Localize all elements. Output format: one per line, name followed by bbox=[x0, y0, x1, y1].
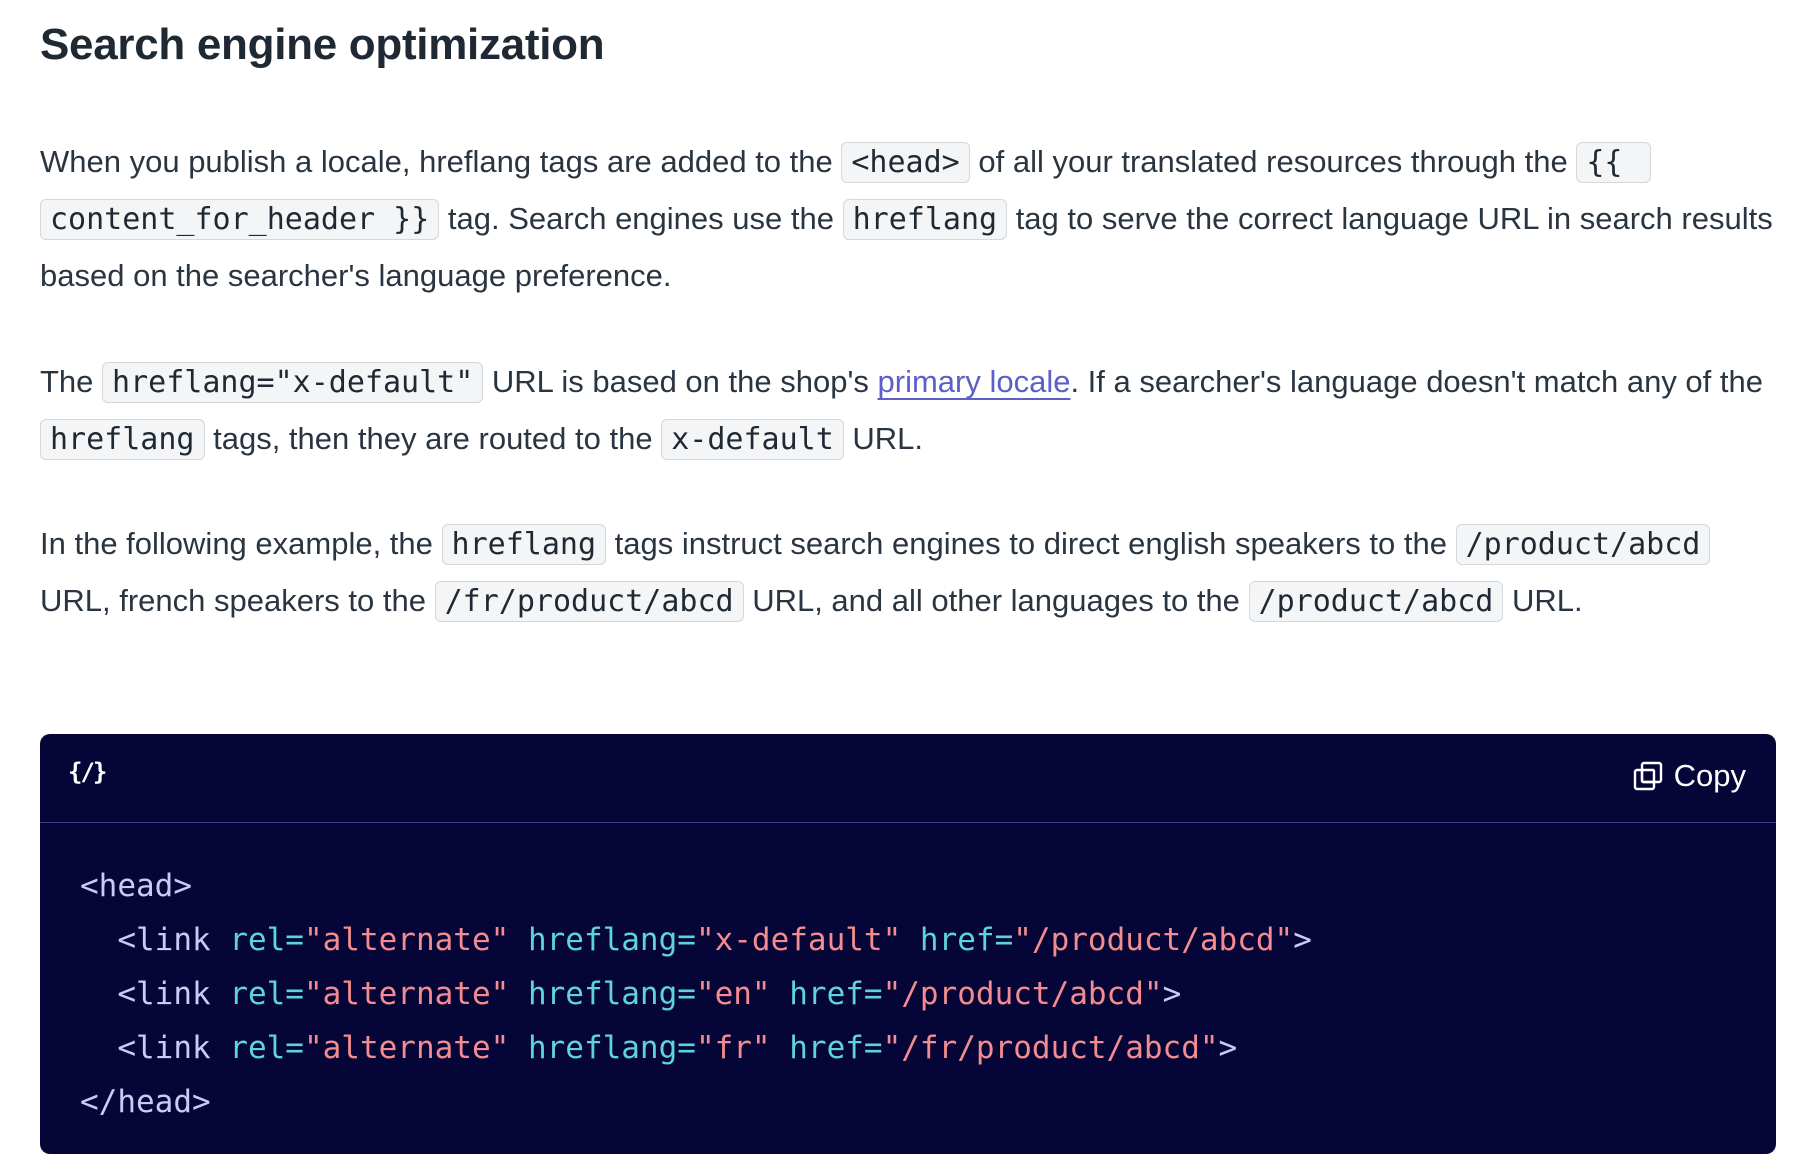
code-token-attr: hreflang= bbox=[527, 976, 696, 1012]
code-token-tag: > bbox=[1162, 976, 1182, 1012]
inline-code-product-path: /product/abcd bbox=[1455, 524, 1711, 565]
code-token-tag: > bbox=[1218, 1030, 1238, 1066]
section-heading: Search engine optimization bbox=[40, 20, 605, 69]
code-token-str: "/product/abcd" bbox=[882, 976, 1163, 1012]
text: of all your translated resources through… bbox=[969, 144, 1577, 179]
inline-code-hreflang: hreflang bbox=[441, 524, 607, 565]
code-line: <link rel="alternate" hreflang="en" href… bbox=[80, 976, 1181, 1012]
text: tags instruct search engines to direct e… bbox=[606, 526, 1456, 561]
text: tags, then they are routed to the bbox=[204, 421, 662, 456]
inline-code-fr-product-path: /fr/product/abcd bbox=[434, 581, 744, 622]
code-token-str: "alternate" bbox=[303, 1030, 510, 1066]
primary-locale-link[interactable]: primary locale bbox=[878, 364, 1071, 399]
code-block-header: {/} Copy bbox=[40, 734, 1776, 823]
code-token-str: "x-default" bbox=[695, 922, 902, 958]
code-token-attr: rel= bbox=[229, 922, 304, 958]
inline-code-hreflang: hreflang bbox=[40, 419, 205, 460]
code-token-tag: <head> bbox=[80, 868, 192, 904]
code-token-punc bbox=[509, 1030, 528, 1066]
inline-code-product-path: /product/abcd bbox=[1248, 581, 1504, 622]
code-token-attr: hreflang= bbox=[527, 1030, 696, 1066]
code-braces-icon: {/} bbox=[68, 758, 107, 786]
inline-code-hreflang: hreflang bbox=[842, 199, 1008, 240]
code-token-str: "en" bbox=[695, 976, 771, 1012]
copy-button[interactable]: Copy bbox=[1632, 758, 1746, 794]
copy-label: Copy bbox=[1673, 758, 1746, 793]
code-token-attr: rel= bbox=[229, 976, 304, 1012]
code-token-tag: <link bbox=[117, 976, 230, 1012]
inline-code-hreflang-x-default: hreflang="x-default" bbox=[102, 362, 484, 403]
code-token-attr: rel= bbox=[229, 1030, 304, 1066]
code-token-str: "/fr/product/abcd" bbox=[882, 1030, 1219, 1066]
text: tag. Search engines use the bbox=[439, 201, 843, 236]
text: The bbox=[40, 364, 103, 399]
code-line: </head> bbox=[80, 1084, 211, 1120]
code-content[interactable]: <head> <link rel="alternate" hreflang="x… bbox=[40, 823, 1776, 1129]
code-block: {/} Copy <head> <link rel="alternate" hr… bbox=[40, 734, 1776, 1154]
code-token-attr: href= bbox=[789, 1030, 883, 1066]
code-token-tag: > bbox=[1293, 922, 1312, 958]
code-token-attr: hreflang= bbox=[527, 922, 696, 958]
code-token-tag: <link bbox=[117, 922, 230, 958]
text: When you publish a locale, hreflang tags… bbox=[40, 144, 842, 179]
text: In the following example, the bbox=[40, 526, 442, 561]
text: URL is based on the shop's bbox=[483, 364, 878, 399]
code-token-tag: <link bbox=[117, 1030, 230, 1066]
copy-icon bbox=[1632, 760, 1664, 792]
code-token-str: "alternate" bbox=[303, 922, 510, 958]
code-token-punc bbox=[509, 922, 528, 958]
text: URL. bbox=[843, 421, 924, 456]
paragraph-example: In the following example, the hreflang t… bbox=[40, 516, 1780, 630]
paragraph-x-default: The hreflang="x-default" URL is based on… bbox=[40, 354, 1780, 468]
code-token-punc bbox=[771, 1030, 790, 1066]
text: . If a searcher's language doesn't match… bbox=[1070, 364, 1763, 399]
code-token-punc bbox=[771, 976, 790, 1012]
code-token-attr: href= bbox=[919, 922, 1014, 958]
text: URL, and all other languages to the bbox=[743, 583, 1249, 618]
code-token-str: "fr" bbox=[695, 1030, 771, 1066]
code-line: <link rel="alternate" hreflang="fr" href… bbox=[80, 1030, 1237, 1066]
code-token-tag: </head> bbox=[80, 1084, 211, 1120]
article: Search engine optimization When you publ… bbox=[40, 0, 1780, 630]
code-token-punc bbox=[509, 976, 528, 1012]
inline-code-head: <head> bbox=[841, 142, 970, 183]
text: URL. bbox=[1503, 583, 1583, 618]
code-line: <link rel="alternate" hreflang="x-defaul… bbox=[80, 922, 1312, 958]
code-token-punc bbox=[901, 922, 920, 958]
paragraph-hreflang-intro: When you publish a locale, hreflang tags… bbox=[40, 134, 1780, 304]
code-token-str: "alternate" bbox=[303, 976, 510, 1012]
code-line: <head> bbox=[80, 868, 192, 904]
text: URL, french speakers to the bbox=[40, 583, 435, 618]
code-token-str: "/product/abcd" bbox=[1013, 922, 1294, 958]
code-token-attr: href= bbox=[789, 976, 883, 1012]
inline-code-x-default: x-default bbox=[661, 419, 844, 460]
